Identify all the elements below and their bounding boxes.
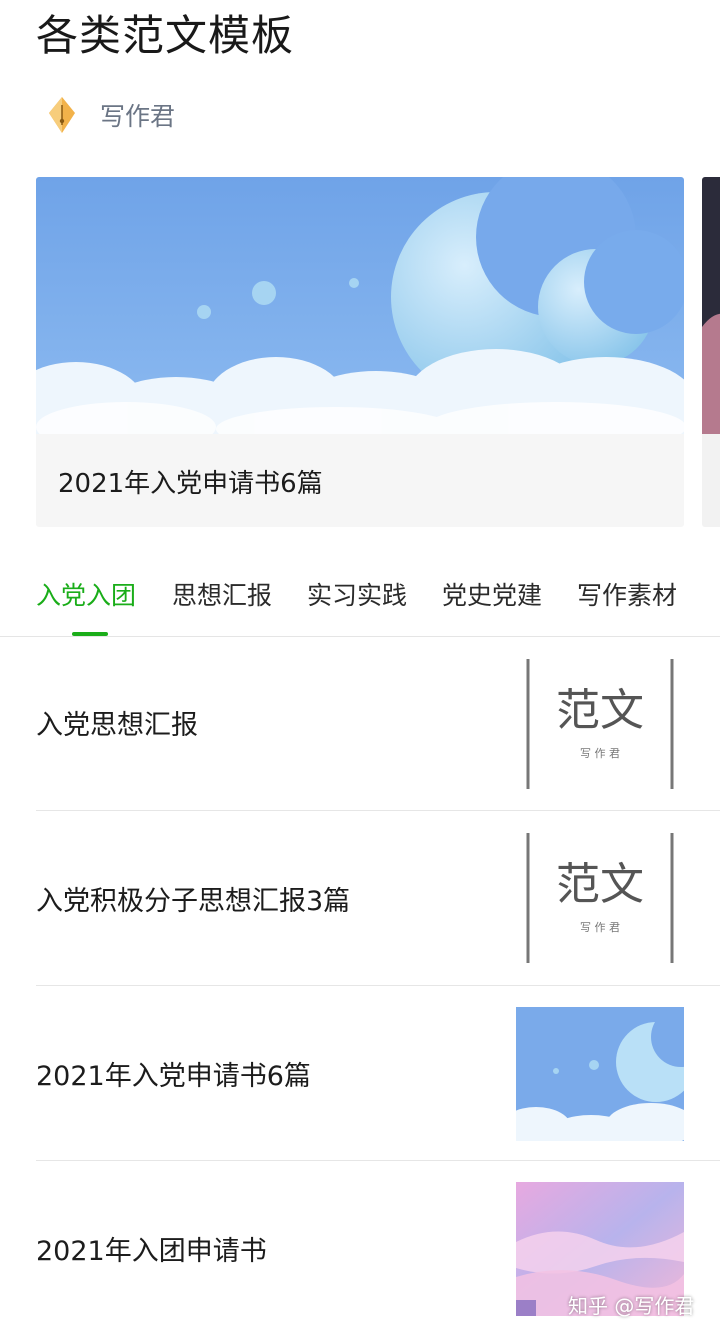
carousel-caption: 2021年入党申请书6篇: [58, 469, 323, 499]
article-title: 入党思想汇报: [36, 710, 198, 741]
article-item[interactable]: 入党思想汇报 范文 写 作 君: [36, 637, 720, 812]
tab-rudang-ruitan[interactable]: 入党入团: [36, 576, 136, 612]
fanwen-logo-text: 范文: [556, 859, 644, 910]
watermark: 知乎 @写作君: [568, 1294, 695, 1318]
fanwen-logo-subtext: 写 作 君: [580, 921, 620, 934]
author-row[interactable]: 写作君: [44, 92, 175, 138]
carousel-next-image: [702, 177, 720, 434]
article-title: 2021年入团申请书: [36, 1236, 267, 1267]
article-item[interactable]: 入党积极分子思想汇报3篇 范文 写 作 君: [36, 811, 720, 986]
pen-nib-icon: [49, 97, 75, 133]
tab-shixi-shijian[interactable]: 实习实践: [307, 576, 407, 612]
article-item[interactable]: 2021年入党申请书6篇: [36, 986, 720, 1161]
tab-xiezuo-sucai[interactable]: 写作素材: [577, 576, 677, 612]
article-thumbnail: 范文 写 作 君: [516, 657, 684, 791]
article-thumbnail: 范文 写 作 君: [516, 831, 684, 965]
fanwen-logo-text: 范文: [556, 685, 644, 736]
carousel-image: [36, 177, 684, 434]
author-name: 写作君: [100, 102, 176, 131]
carousel-card[interactable]: 2021年入党申请书6篇: [36, 177, 684, 527]
fanwen-logo-subtext: 写 作 君: [580, 747, 620, 760]
tab-dangshi-dangjian[interactable]: 党史党建: [442, 576, 542, 612]
carousel-next-card[interactable]: [702, 177, 720, 527]
article-thumbnail: [516, 1007, 684, 1141]
fanwen-logo: 范文 写 作 君: [516, 831, 684, 965]
page-title: 各类范文模板: [36, 11, 295, 60]
fanwen-logo: 范文 写 作 君: [516, 657, 684, 791]
article-title: 入党积极分子思想汇报3篇: [36, 886, 351, 917]
article-title: 2021年入党申请书6篇: [36, 1061, 311, 1092]
moon-sky-image: [516, 1007, 684, 1141]
tab-sixiang-huibao[interactable]: 思想汇报: [172, 576, 272, 612]
category-tabs: 入党入团 思想汇报 实习实践 党史党建 写作素材: [0, 560, 720, 636]
